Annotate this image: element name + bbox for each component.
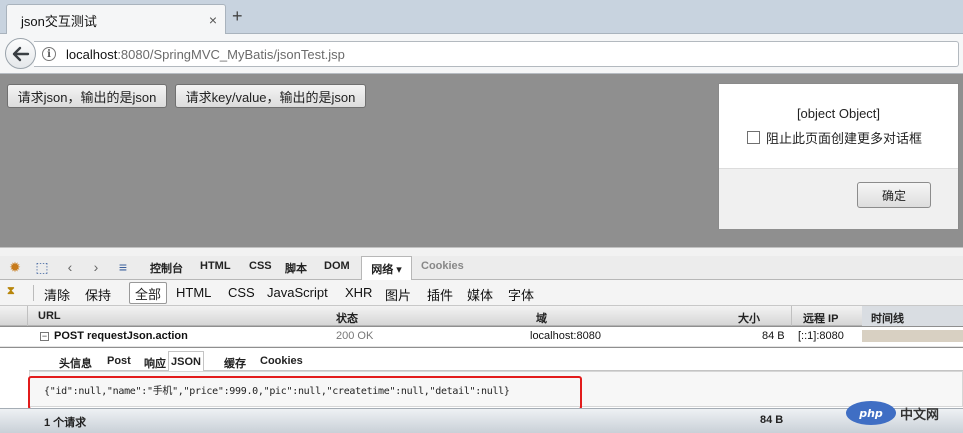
filter-html[interactable]: HTML [176, 285, 211, 300]
tab-cache[interactable]: 缓存 [224, 355, 246, 371]
divider [33, 285, 34, 301]
column-status[interactable]: 状态 [336, 310, 358, 326]
firebug-divider[interactable] [0, 247, 963, 256]
filter-images[interactable]: 图片 [385, 285, 411, 304]
nav-bar: i localhost :8080/SpringMVC_MyBatis/json… [0, 34, 963, 74]
dialog-message: [object Object] [796, 106, 881, 121]
tab-console[interactable]: 控制台 [150, 260, 183, 276]
highlight-box [28, 376, 582, 410]
tab-detail-cookies[interactable]: Cookies [260, 355, 303, 367]
dialog-footer: 确定 [719, 168, 958, 229]
total-size: 84 B [760, 414, 784, 426]
back-arrow-icon [12, 46, 29, 61]
column-domain[interactable]: 域 [536, 310, 547, 326]
filter-js[interactable]: JavaScript [267, 285, 328, 300]
tab-cookies[interactable]: Cookies [421, 260, 464, 272]
request-remote-ip: [::1]:8080 [798, 330, 844, 342]
new-tab-icon[interactable]: + [232, 6, 243, 27]
page-content: 请求json，输出的是json 请求key/value，输出的是json [ob… [0, 75, 963, 247]
request-status: 200 OK [336, 330, 374, 342]
command-line-icon[interactable]: ≡ [114, 257, 132, 277]
url-path: :8080/SpringMVC_MyBatis/jsonTest.jsp [117, 46, 345, 62]
tab-response[interactable]: 响应 [144, 355, 166, 371]
request-count: 1 个请求 [44, 417, 87, 429]
tab-html[interactable]: HTML [200, 260, 231, 272]
filter-persist[interactable]: 保持 [85, 285, 111, 304]
php-logo: php [846, 401, 896, 425]
request-row[interactable]: − POST requestJson.action 200 OK localho… [0, 327, 963, 347]
tab-dom[interactable]: DOM [324, 260, 350, 272]
filter-css[interactable]: CSS [228, 285, 255, 300]
net-summary-footer: 1 个请求 84 B [0, 408, 963, 433]
detail-tab-bar: 头信息 Post 响应 JSON 缓存 Cookies [29, 349, 963, 372]
clear-icon[interactable]: ⧗ [7, 285, 15, 298]
request-domain: localhost:8080 [530, 330, 601, 342]
firebug-icon[interactable]: ✹ [6, 257, 24, 277]
request-size: 84 B [762, 330, 785, 342]
request-json-button[interactable]: 请求json，输出的是json [7, 84, 167, 108]
filter-fonts[interactable]: 字体 [508, 285, 534, 304]
tab-post[interactable]: Post [107, 355, 131, 367]
tab-json[interactable]: JSON [168, 351, 204, 372]
filter-media[interactable]: 媒体 [467, 285, 493, 304]
tab-title: json交互测试 [21, 13, 97, 29]
tab-script[interactable]: 脚本 [285, 260, 307, 276]
back-button[interactable] [5, 38, 36, 69]
ok-button[interactable]: 确定 [857, 182, 931, 208]
column-separator [27, 306, 28, 326]
address-bar[interactable]: i localhost :8080/SpringMVC_MyBatis/json… [34, 41, 959, 67]
filter-clear[interactable]: 清除 [44, 285, 70, 304]
request-keyvalue-button[interactable]: 请求key/value，输出的是json [175, 84, 366, 108]
filter-plugins[interactable]: 插件 [427, 285, 453, 304]
watermark: php 中文网 [846, 399, 959, 427]
timeline-bar [862, 330, 963, 342]
info-icon[interactable]: i [42, 47, 56, 61]
net-filter-bar: ⧗ 清除 保持 全部 HTML CSS JavaScript XHR 图片 插件… [0, 280, 963, 306]
column-timeline-label: 时间线 [871, 313, 904, 325]
block-dialogs-checkbox[interactable] [747, 131, 760, 144]
column-url[interactable]: URL [38, 310, 61, 322]
watermark-text: 中文网 [900, 406, 940, 422]
filter-xhr[interactable]: XHR [345, 285, 372, 300]
checkbox-label: 阻止此页面创建更多对话框 [766, 131, 923, 146]
tab-bar: json交互测试 × + [0, 0, 963, 35]
close-icon[interactable]: × [209, 12, 217, 28]
alert-dialog: [object Object] 阻止此页面创建更多对话框 确定 [718, 83, 959, 229]
dialog-checkbox-row[interactable]: 阻止此页面创建更多对话框 [747, 128, 922, 147]
column-separator [791, 306, 792, 326]
tab-css[interactable]: CSS [249, 260, 272, 272]
filter-all[interactable]: 全部 [129, 282, 167, 304]
chevron-right-icon[interactable]: › [87, 257, 105, 277]
collapse-icon[interactable]: − [40, 332, 49, 341]
tab-headers[interactable]: 头信息 [59, 355, 92, 371]
chevron-left-icon[interactable]: ‹ [61, 257, 79, 277]
net-column-header: URL 状态 域 大小 远程 IP 时间线 [0, 306, 963, 326]
tab-net[interactable]: 网络 ▾ [361, 256, 412, 281]
inspect-icon[interactable]: ⬚ [33, 257, 51, 277]
request-url[interactable]: POST requestJson.action [54, 330, 188, 342]
url-host: localhost [66, 46, 118, 62]
firebug-toolbar: ✹ ⬚ ‹ › ≡ 控制台 HTML CSS 脚本 DOM 网络 ▾ Cooki… [0, 256, 963, 281]
column-timeline[interactable]: 时间线 [862, 306, 963, 326]
column-remote-ip[interactable]: 远程 IP [803, 310, 838, 326]
browser-tab[interactable]: json交互测试 × [6, 4, 226, 35]
column-size[interactable]: 大小 [738, 310, 760, 326]
